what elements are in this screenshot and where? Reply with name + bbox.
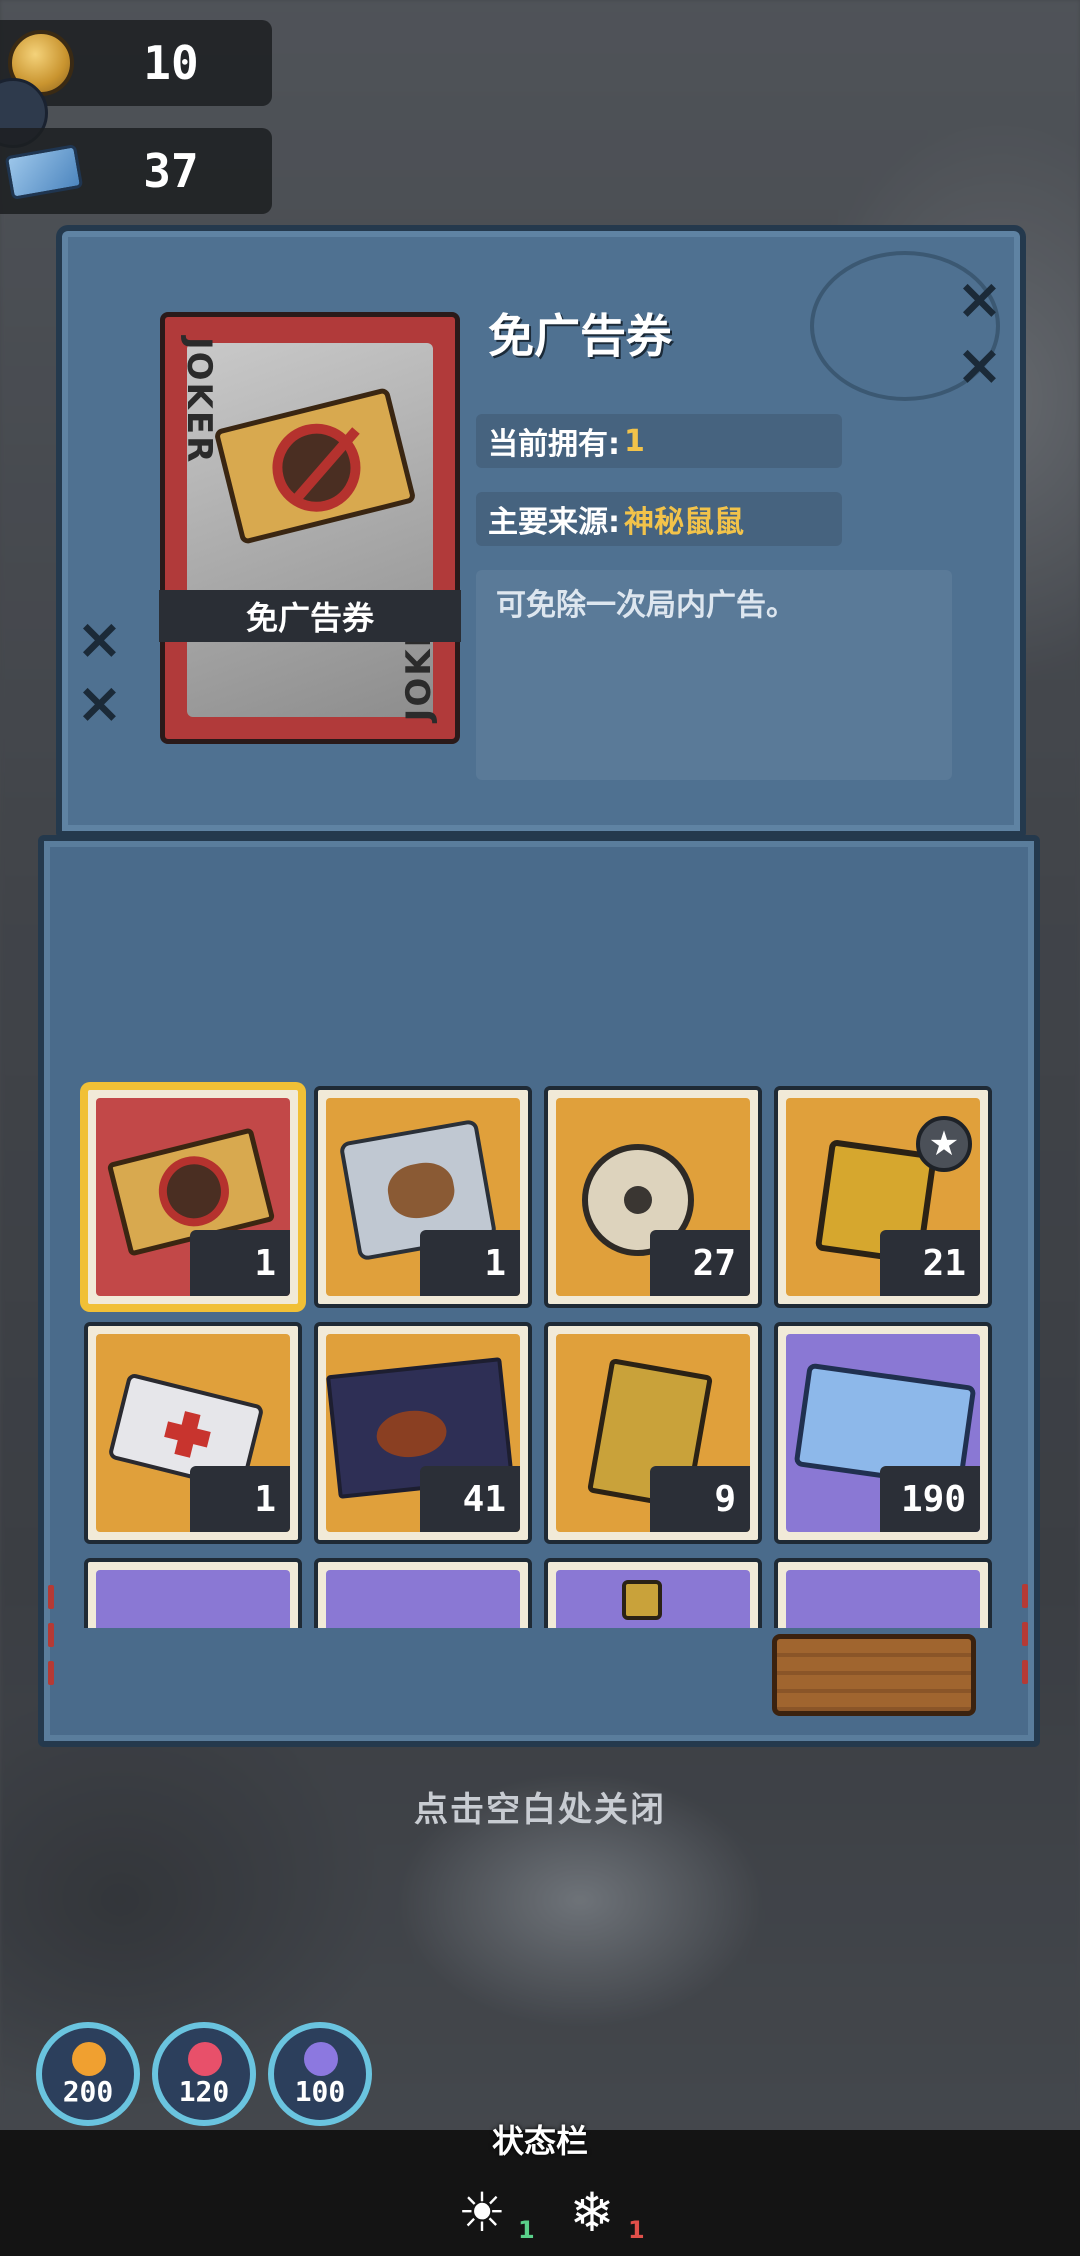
inventory-item[interactable] [84, 1558, 302, 1628]
coin-value: 10 [143, 36, 199, 90]
hunger-stat[interactable]: 200 [36, 2022, 140, 2126]
snowflake-icon[interactable]: ❄ [560, 2180, 624, 2244]
item-count: 21 [880, 1230, 980, 1296]
hunger-value: 200 [62, 2075, 114, 2108]
inventory-item-toy-ticket[interactable]: 190 [774, 1322, 992, 1544]
sun-icon[interactable]: ☀ [450, 2180, 514, 2244]
item-count: 9 [650, 1466, 750, 1532]
source-row: 主要来源: 神秘鼠鼠 [476, 492, 842, 546]
inventory-item[interactable] [314, 1558, 532, 1628]
item-count: 1 [190, 1230, 290, 1296]
inventory-item[interactable] [774, 1558, 992, 1628]
sanity-stat[interactable]: 100 [268, 2022, 372, 2126]
stitch-mark-icon: × [76, 671, 123, 736]
sun-effect-count: 1 [518, 2216, 535, 2244]
hunger-icon [72, 2042, 106, 2076]
ticket-value: 37 [143, 144, 199, 198]
inventory-item-no-ad-ticket[interactable]: 1 [84, 1086, 302, 1308]
item-count: 1 [190, 1466, 290, 1532]
close-hint[interactable]: 点击空白处关闭 [0, 1782, 1080, 1831]
inventory-item-golden-ribbon-card[interactable]: 9 [544, 1322, 762, 1544]
star-icon: ★ [916, 1116, 972, 1172]
owned-row: 当前拥有: 1 [476, 414, 842, 468]
snowflake-effect-count: 1 [628, 2216, 645, 2244]
inventory-item-bottle[interactable] [544, 1558, 762, 1628]
wooden-plank-button[interactable] [772, 1634, 976, 1716]
owned-label: 当前拥有: [488, 427, 620, 462]
card-name-banner: 免广告券 [159, 590, 461, 642]
item-count: 190 [880, 1466, 980, 1532]
ticket-counter: 37 [0, 128, 272, 214]
item-count: 1 [420, 1230, 520, 1296]
stitch-mark-icon: × [76, 607, 123, 672]
status-bar-title: 状态栏 [491, 2122, 588, 2160]
inventory-item-capybara-bag[interactable]: 1 [314, 1086, 532, 1308]
scroll-indicator-left [48, 1585, 56, 1705]
health-stat[interactable]: 120 [152, 2022, 256, 2126]
owned-value: 1 [624, 423, 645, 459]
source-value: 神秘鼠鼠 [624, 505, 744, 540]
health-value: 120 [178, 2075, 230, 2108]
stitch-mark-icon: × [956, 267, 1003, 332]
item-card-preview: JOKER JOKER 免广告券 [159, 312, 461, 744]
stitch-mark-icon: × [956, 333, 1003, 398]
card-corner-text: JOKER [179, 337, 219, 465]
item-title: 免广告券 [488, 309, 672, 363]
item-count: 27 [650, 1230, 750, 1296]
inventory-item-medical-card[interactable]: 1 [84, 1322, 302, 1544]
brain-icon [304, 2042, 338, 2076]
ticket-icon [4, 144, 84, 200]
inventory-item-film-reel[interactable]: 27 [544, 1086, 762, 1308]
scroll-indicator-right [1022, 1584, 1030, 1704]
bottle-icon [622, 1580, 662, 1620]
inventory-item-gold-badge[interactable]: ★ 21 [774, 1086, 992, 1308]
inventory-grid[interactable]: 1 1 27 ★ 21 1 41 9 190 [80, 1078, 1000, 1628]
item-count: 41 [420, 1466, 520, 1532]
card-face [187, 343, 433, 717]
item-description: 可免除一次局内广告。 [476, 570, 952, 780]
inventory-item-steak-poster[interactable]: 41 [314, 1322, 532, 1544]
heart-icon [188, 2042, 222, 2076]
sanity-value: 100 [294, 2075, 346, 2108]
source-label: 主要来源: [488, 505, 620, 540]
